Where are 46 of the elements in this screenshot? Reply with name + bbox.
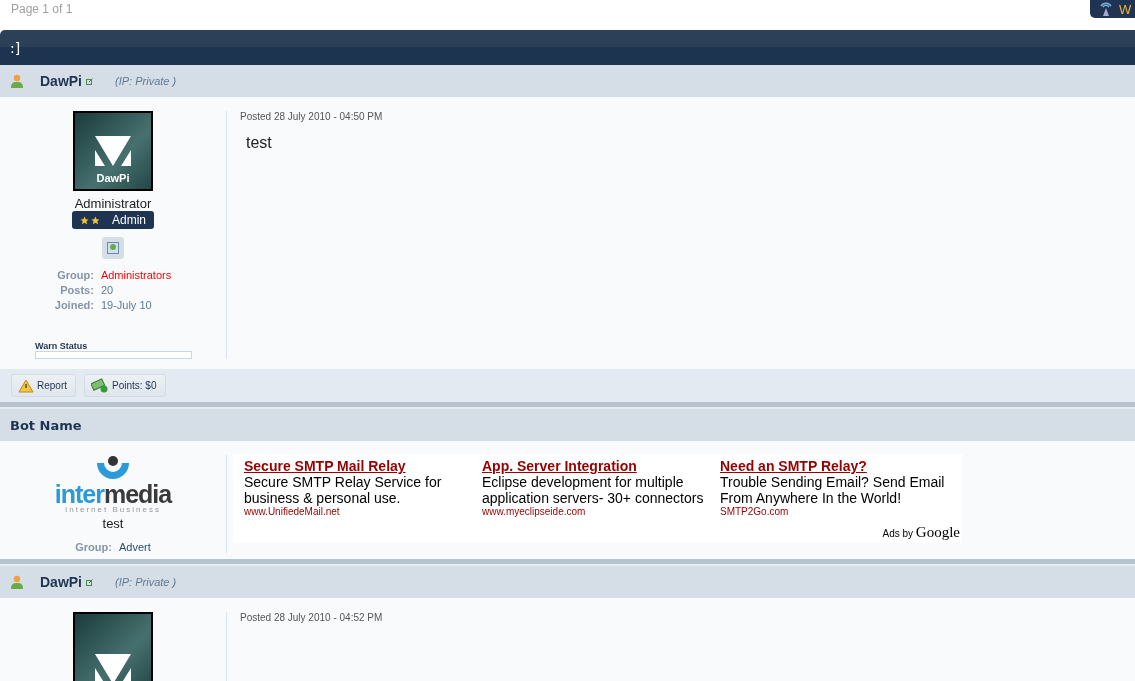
ad-url-link[interactable]: www.myeclipseide.com bbox=[482, 506, 720, 517]
ip-label: (IP: Private ) bbox=[115, 75, 177, 87]
ad-title-link[interactable]: App. Server Integration bbox=[482, 458, 720, 474]
field-value: 19-July 10 bbox=[100, 299, 153, 311]
external-link-icon bbox=[86, 77, 93, 85]
ad-title-link[interactable]: Need an SMTP Relay? bbox=[720, 458, 958, 474]
author-link[interactable]: DawPi bbox=[40, 574, 82, 590]
ads-by-google-link[interactable]: Ads by Google bbox=[882, 524, 960, 541]
warning-icon bbox=[18, 378, 34, 393]
field-label: Group: bbox=[56, 269, 94, 281]
ad-text: Trouble Sending Email? Send Email From Anywhere In the World! bbox=[720, 474, 946, 506]
field-label: Group: bbox=[75, 541, 112, 553]
post-text: test bbox=[246, 134, 273, 152]
post-date: Posted 28 July 2010 - 04:52 PM bbox=[240, 612, 384, 623]
ad-text: Eclipse development for multiple application servers- 30+ connectors bbox=[482, 474, 705, 506]
rank-badge: Admin bbox=[72, 211, 154, 229]
photo-icon[interactable] bbox=[102, 237, 124, 259]
external-link-icon bbox=[86, 578, 93, 586]
bot-name: Bot Name bbox=[10, 417, 82, 433]
ad-title-link[interactable]: Secure SMTP Mail Relay bbox=[244, 458, 482, 474]
user-icon bbox=[10, 575, 24, 589]
money-icon bbox=[91, 378, 109, 393]
pagination-label: Page 1 of 1 bbox=[11, 2, 73, 16]
user-icon bbox=[10, 74, 24, 88]
points-button[interactable]: Points: $0 bbox=[84, 374, 166, 397]
member-title: Administrator bbox=[74, 196, 152, 211]
field-value: 20 bbox=[100, 284, 115, 296]
author-link[interactable]: DawPi bbox=[40, 73, 82, 89]
corner-button[interactable]: W bbox=[1090, 0, 1135, 18]
ad-url-link[interactable]: SMTP2Go.com bbox=[720, 506, 958, 517]
ad-text: Secure SMTP Relay Service for business & personal use. bbox=[244, 474, 443, 506]
topic-title: :] bbox=[10, 39, 21, 56]
field-label: Joined: bbox=[54, 299, 94, 311]
post-date: Posted 28 July 2010 - 04:50 PM bbox=[240, 111, 384, 122]
field-value: Administrators bbox=[100, 269, 172, 281]
ad-url-link[interactable]: www.UnifiedeMail.net bbox=[244, 506, 482, 517]
ip-label: (IP: Private ) bbox=[115, 576, 177, 588]
intermedia-logo: intermedia Internet Business bbox=[54, 455, 172, 514]
antenna-icon bbox=[1099, 2, 1113, 16]
field-label: Posts: bbox=[59, 284, 94, 296]
warn-status-label: Warn Status bbox=[35, 341, 89, 351]
field-value: Advert bbox=[118, 541, 151, 553]
rank-pips-icon bbox=[80, 214, 100, 226]
avatar-picture: DawPi bbox=[73, 111, 153, 191]
bot-user-name: test bbox=[102, 516, 124, 531]
report-button[interactable]: Report bbox=[11, 374, 76, 397]
